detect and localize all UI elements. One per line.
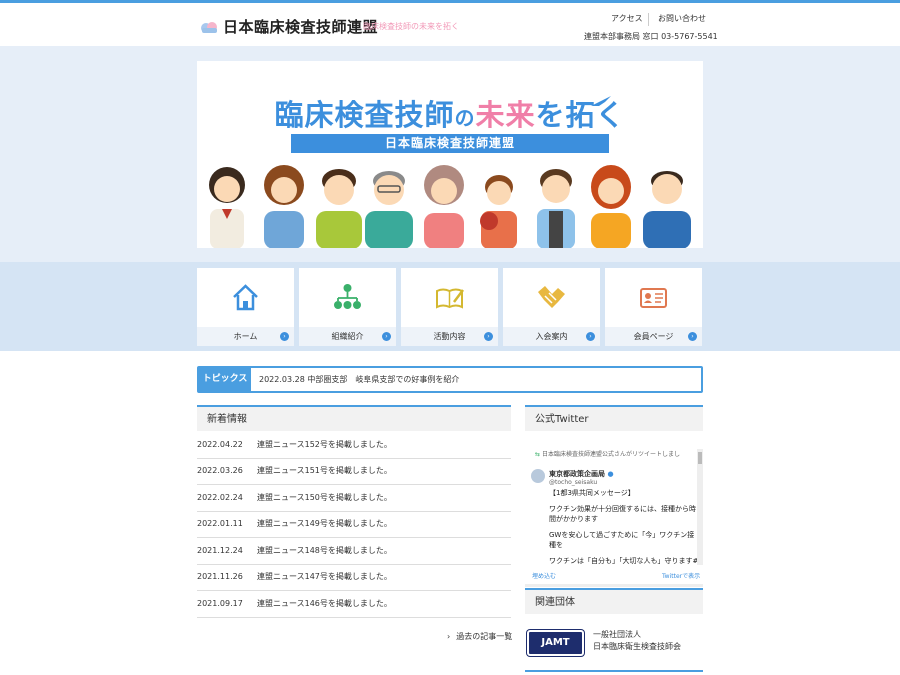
cloud-logo-icon bbox=[201, 22, 217, 33]
scrollbar-thumb[interactable] bbox=[698, 452, 702, 464]
office-phone: 連盟本部事務局 窓口 03-5767-5541 bbox=[584, 32, 718, 41]
person-illustration bbox=[424, 165, 464, 248]
twitter-heading: 公式Twitter bbox=[525, 405, 703, 431]
news-item[interactable]: 2021.12.24 連盟ニュース148号を掲載しました。 bbox=[197, 538, 511, 565]
twitter-view-link[interactable]: Twitterで表示 bbox=[662, 571, 700, 580]
retweet-icon: ⇆ bbox=[535, 451, 542, 458]
retweet-note: ⇆ 日本臨床検査技師連盟公式さんがリツイートしまし bbox=[535, 449, 680, 458]
person-illustration bbox=[316, 169, 362, 248]
tile-home[interactable]: ホーム › bbox=[197, 268, 294, 346]
hero-title: 臨床検査技師の未来を拓く bbox=[197, 92, 703, 134]
person-illustration bbox=[209, 167, 245, 248]
related-heading: 関連団体 bbox=[525, 588, 703, 614]
news-heading: 新着情報 bbox=[197, 405, 511, 431]
news-date: 2022.01.11 bbox=[197, 519, 243, 528]
person-illustration bbox=[264, 165, 304, 248]
news-item[interactable]: 2022.03.26 連盟ニュース151号を掲載しました。 bbox=[197, 458, 511, 485]
person-illustration bbox=[643, 171, 691, 248]
retweet-text: 日本臨床検査技師連盟公式さんがリツイートしまし bbox=[541, 451, 680, 458]
news-text[interactable]: 連盟ニュース146号を掲載しました。 bbox=[257, 599, 392, 608]
bird-icon bbox=[591, 96, 611, 106]
chevron-right-icon: › bbox=[447, 632, 451, 641]
news-item[interactable]: 2022.04.22 連盟ニュース152号を掲載しました。 bbox=[197, 432, 511, 459]
news-date: 2022.04.22 bbox=[197, 440, 243, 449]
notebook-pen-icon bbox=[436, 288, 464, 309]
twitter-footer-divider bbox=[525, 584, 703, 587]
nav-access-link[interactable]: アクセス bbox=[611, 13, 643, 24]
news-text[interactable]: 連盟ニュース147号を掲載しました。 bbox=[257, 572, 392, 581]
news-item[interactable]: 2021.09.17 連盟ニュース146号を掲載しました。 bbox=[197, 591, 511, 618]
tweet-author-label: 東京都政策企画局 bbox=[549, 470, 605, 478]
person-illustration bbox=[480, 175, 517, 248]
tweet-author-name[interactable]: 東京都政策企画局 ● bbox=[549, 469, 614, 479]
verified-badge-icon: ● bbox=[607, 470, 614, 478]
chevron-right-icon: › bbox=[688, 332, 697, 341]
member-card-icon bbox=[640, 288, 667, 308]
site-tagline: 臨床検査技師の未来を拓く bbox=[363, 22, 459, 31]
news-date: 2021.09.17 bbox=[197, 599, 243, 608]
news-item[interactable]: 2022.02.24 連盟ニュース150号を掲載しました。 bbox=[197, 485, 511, 512]
chevron-right-icon: › bbox=[586, 332, 595, 341]
chevron-right-icon: › bbox=[382, 332, 391, 341]
tweet-author-handle[interactable]: @tocho_seisaku bbox=[549, 479, 597, 486]
tile-activities[interactable]: 活動内容 › bbox=[401, 268, 498, 346]
twitter-timeline[interactable]: ⇆ 日本臨床検査技師連盟公式さんがリツイートしまし 東京都政策企画局 ● @to… bbox=[525, 443, 703, 584]
topics-label: トピックス bbox=[199, 368, 251, 391]
related-org-type[interactable]: 一般社団法人 bbox=[593, 629, 641, 640]
hero-title-part: の bbox=[454, 106, 476, 130]
news-text[interactable]: 連盟ニュース148号を掲載しました。 bbox=[257, 546, 392, 555]
chevron-right-icon: › bbox=[280, 332, 289, 341]
timeline-scrollbar[interactable] bbox=[697, 449, 703, 565]
tweet-line: 間がかかります bbox=[549, 515, 598, 523]
person-illustration bbox=[365, 171, 413, 248]
person-illustration bbox=[537, 169, 575, 248]
news-text[interactable]: 連盟ニュース151号を掲載しました。 bbox=[257, 466, 392, 475]
news-date: 2022.03.26 bbox=[197, 466, 243, 475]
jamt-logo[interactable]: JAMT bbox=[527, 630, 584, 656]
twitter-embed-link[interactable]: 埋め込む bbox=[532, 571, 556, 580]
news-item[interactable]: 2022.01.11 連盟ニュース149号を掲載しました。 bbox=[197, 511, 511, 538]
nav-separator bbox=[648, 13, 649, 26]
related-divider bbox=[525, 670, 703, 672]
news-date: 2022.02.24 bbox=[197, 493, 243, 502]
hero-banner: 臨床検査技師の未来を拓く 日本臨床検査技師連盟 bbox=[197, 61, 703, 248]
person-illustration bbox=[591, 165, 631, 248]
site-header: 日本臨床検査技師連盟 臨床検査技師の未来を拓く アクセス お問い合わせ 連盟本部… bbox=[0, 3, 900, 46]
news-item[interactable]: 2021.11.26 連盟ニュース147号を掲載しました。 bbox=[197, 564, 511, 591]
avatar[interactable] bbox=[531, 469, 545, 483]
tile-member-page[interactable]: 会員ページ › bbox=[605, 268, 702, 346]
news-text[interactable]: 連盟ニュース152号を掲載しました。 bbox=[257, 440, 392, 449]
tweet-line: 【1都3県共同メッセージ】 bbox=[549, 489, 635, 497]
topics-link[interactable]: 2022.03.28 中部圏支部 岐阜県支部での好事例を紹介 bbox=[259, 368, 459, 391]
hero-title-part: を拓く bbox=[535, 98, 626, 132]
news-archive-link[interactable]: › 過去の記事一覧 bbox=[447, 631, 512, 642]
archive-link-label: 過去の記事一覧 bbox=[456, 632, 513, 641]
tweet-line: ワクチンは「自分も」「大切な人も」守ります# bbox=[549, 557, 699, 565]
news-date: 2021.11.26 bbox=[197, 572, 243, 581]
tile-organization[interactable]: 組織紹介 › bbox=[299, 268, 396, 346]
news-date: 2021.12.24 bbox=[197, 546, 243, 555]
nav-contact-link[interactable]: お問い合わせ bbox=[658, 13, 706, 24]
hero-subtitle: 日本臨床検査技師連盟 bbox=[291, 134, 609, 153]
topics-bar: トピックス 2022.03.28 中部圏支部 岐阜県支部での好事例を紹介 bbox=[197, 366, 703, 393]
home-icon bbox=[233, 284, 258, 311]
tweet-line: ワクチン効果が十分回復するには、接種から時 bbox=[549, 505, 696, 513]
news-text[interactable]: 連盟ニュース150号を掲載しました。 bbox=[257, 493, 392, 502]
site-name[interactable]: 日本臨床検査技師連盟 bbox=[223, 16, 378, 37]
news-text[interactable]: 連盟ニュース149号を掲載しました。 bbox=[257, 519, 392, 528]
organization-icon bbox=[334, 284, 361, 309]
tile-membership[interactable]: 入会案内 › bbox=[503, 268, 600, 346]
related-org-name[interactable]: 日本臨床衛生検査技師会 bbox=[593, 641, 681, 652]
tweet-line: GWを安心して過ごすために「今」ワクチン接 bbox=[549, 531, 695, 539]
tweet-line: 種を bbox=[549, 541, 563, 549]
chevron-right-icon: › bbox=[484, 332, 493, 341]
hero-title-part: 未来 bbox=[475, 98, 536, 132]
handshake-icon bbox=[538, 286, 565, 308]
hero-title-part: 臨床検査技師 bbox=[274, 98, 455, 132]
